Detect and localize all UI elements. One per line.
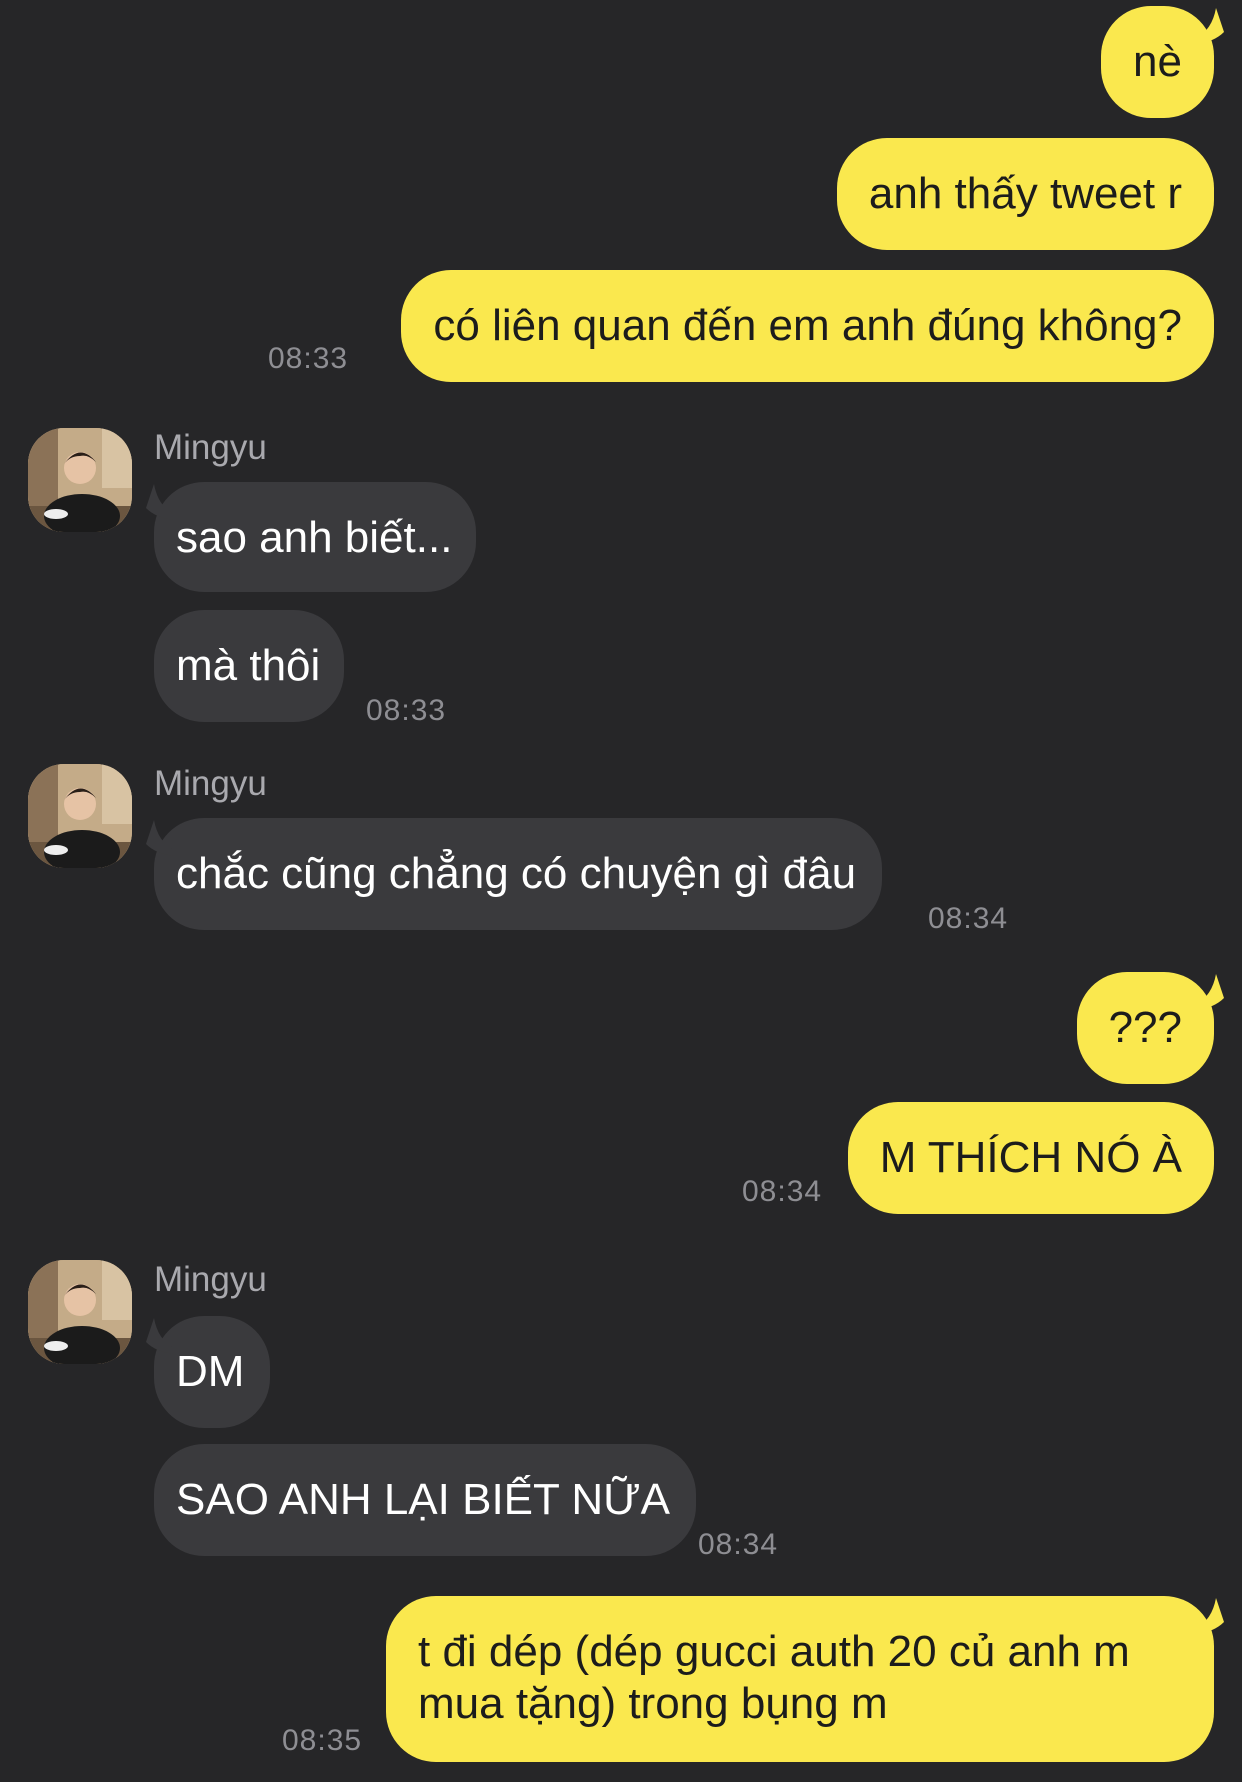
incoming-message[interactable]: sao anh biết... (154, 482, 477, 592)
message-text: có liên quan đến em anh đúng không? (433, 301, 1182, 350)
message-text: anh thấy tweet r (868, 169, 1182, 218)
bubble-tail-icon (146, 820, 174, 856)
profile-photo-avatar (28, 1260, 132, 1364)
sender-name: Mingyu (154, 1260, 267, 1299)
avatar[interactable] (28, 1260, 132, 1364)
incoming-message[interactable]: mà thôi (154, 610, 345, 722)
message-text: SAO ANH LẠI BIẾT NỮA (176, 1475, 671, 1524)
bubble-tail-icon (146, 484, 174, 520)
message-text: M THÍCH NÓ À (879, 1133, 1182, 1182)
message-text: chắc cũng chẳng có chuyện gì đâu (176, 849, 857, 898)
bubble-tail-icon (1196, 8, 1224, 44)
message-timestamp: 08:35 (282, 1724, 363, 1757)
message-text: sao anh biết... (176, 513, 453, 562)
message-text: t đi dép (dép gucci auth 20 củ anh m mua… (418, 1627, 1130, 1728)
bubble-tail-icon (146, 1318, 174, 1354)
avatar[interactable] (28, 428, 132, 532)
outgoing-message[interactable]: ??? (1076, 972, 1214, 1084)
message-timestamp: 08:34 (928, 902, 1009, 935)
message-timestamp: 08:34 (698, 1528, 779, 1561)
incoming-message[interactable]: chắc cũng chẳng có chuyện gì đâu (154, 818, 883, 930)
outgoing-message[interactable]: M THÍCH NÓ À (847, 1102, 1214, 1214)
profile-photo-avatar (28, 428, 132, 532)
avatar[interactable] (28, 764, 132, 868)
message-timestamp: 08:34 (742, 1175, 823, 1208)
message-timestamp: 08:33 (366, 694, 447, 727)
message-text: ??? (1108, 1003, 1182, 1052)
bubble-tail-icon (1196, 1598, 1224, 1634)
outgoing-message[interactable]: anh thấy tweet r (836, 138, 1214, 250)
message-text: DM (176, 1347, 245, 1396)
message-text: nè (1133, 37, 1182, 86)
message-text: mà thôi (176, 641, 321, 690)
incoming-message[interactable]: SAO ANH LẠI BIẾT NỮA (154, 1444, 697, 1556)
sender-name: Mingyu (154, 764, 267, 803)
sender-name: Mingyu (154, 428, 267, 467)
outgoing-message[interactable]: t đi dép (dép gucci auth 20 củ anh m mua… (386, 1596, 1214, 1762)
outgoing-message[interactable]: có liên quan đến em anh đúng không? (401, 270, 1214, 382)
profile-photo-avatar (28, 764, 132, 868)
bubble-tail-icon (1196, 974, 1224, 1010)
message-timestamp: 08:33 (268, 342, 349, 375)
